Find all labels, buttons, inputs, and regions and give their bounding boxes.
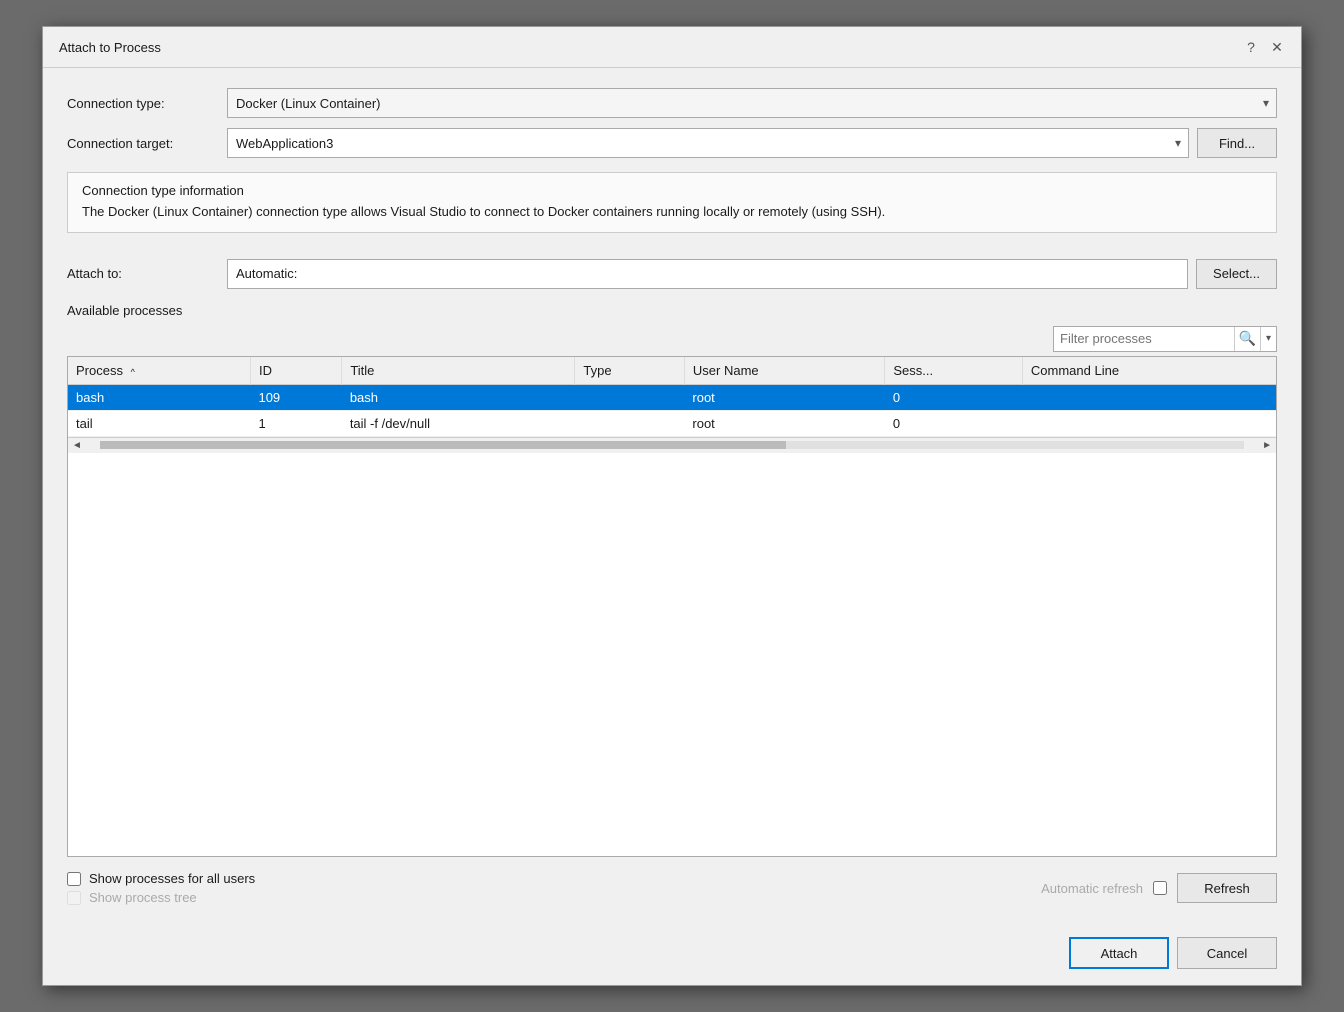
show-process-tree-row: Show process tree — [67, 890, 255, 905]
table-row[interactable]: tail1tail -f /dev/null root0 — [68, 410, 1276, 436]
type-cell — [575, 384, 684, 410]
bottom-controls: Show processes for all users Show proces… — [67, 871, 1277, 905]
col-id[interactable]: ID — [250, 357, 341, 385]
id-cell: 1 — [250, 410, 341, 436]
connection-info-box: Connection type information The Docker (… — [67, 172, 1277, 233]
attach-to-input[interactable] — [227, 259, 1188, 289]
attach-to-label: Attach to: — [67, 266, 227, 281]
attach-to-row: Attach to: Select... — [67, 259, 1277, 289]
attach-button[interactable]: Attach — [1069, 937, 1169, 969]
sess-cell: 0 — [885, 384, 1023, 410]
attach-to-process-dialog: Attach to Process ? ✕ Connection type: D… — [42, 26, 1302, 986]
auto-refresh-checkbox[interactable] — [1153, 881, 1167, 895]
process-table-inner: Process ^ ID Title Type User Name Sess..… — [67, 356, 1277, 858]
connection-target-wrapper — [227, 128, 1189, 158]
col-sess[interactable]: Sess... — [885, 357, 1023, 385]
bottom-right-controls: Automatic refresh Refresh — [1041, 873, 1277, 903]
info-text: The Docker (Linux Container) connection … — [82, 202, 1262, 222]
dialog-content: Connection type: Docker (Linux Container… — [43, 68, 1301, 925]
show-all-users-label[interactable]: Show processes for all users — [89, 871, 255, 886]
title-cell: tail -f /dev/null — [342, 410, 575, 436]
connection-type-label: Connection type: — [67, 96, 227, 111]
connection-type-select[interactable]: Docker (Linux Container) — [227, 88, 1277, 118]
find-button[interactable]: Find... — [1197, 128, 1277, 158]
info-title: Connection type information — [82, 183, 1262, 198]
id-cell: 109 — [250, 384, 341, 410]
horizontal-scrollbar[interactable]: ◄ ► — [68, 437, 1276, 453]
col-title[interactable]: Title — [342, 357, 575, 385]
connection-type-row: Connection type: Docker (Linux Container… — [67, 88, 1277, 118]
connection-target-label: Connection target: — [67, 136, 227, 151]
cmdline-cell — [1022, 410, 1276, 436]
type-cell — [575, 410, 684, 436]
col-process[interactable]: Process ^ — [68, 357, 250, 385]
scroll-left-arrow[interactable]: ◄ — [72, 440, 82, 451]
cancel-button[interactable]: Cancel — [1177, 937, 1277, 969]
title-bar: Attach to Process ? ✕ — [43, 27, 1301, 68]
process-cell: tail — [68, 410, 250, 436]
filter-wrapper: 🔍 ▾ — [1053, 326, 1277, 352]
process-cell: bash — [68, 384, 250, 410]
connection-target-input[interactable] — [227, 128, 1189, 158]
table-row[interactable]: bash109bash root0 — [68, 384, 1276, 410]
show-all-users-checkbox[interactable] — [67, 872, 81, 886]
scroll-right-arrow[interactable]: ► — [1262, 440, 1272, 451]
help-button[interactable]: ? — [1239, 35, 1263, 59]
table-header: Process ^ ID Title Type User Name Sess..… — [68, 357, 1276, 385]
process-table-container: Process ^ ID Title Type User Name Sess..… — [67, 356, 1277, 858]
search-icon-button[interactable]: 🔍 — [1234, 327, 1260, 351]
filter-row: 🔍 ▾ — [67, 326, 1277, 352]
filter-input[interactable] — [1054, 329, 1234, 348]
show-process-tree-checkbox[interactable] — [67, 891, 81, 905]
show-all-users-row: Show processes for all users — [67, 871, 255, 886]
dialog-footer: Attach Cancel — [43, 925, 1301, 985]
cmdline-cell — [1022, 384, 1276, 410]
col-cmdline[interactable]: Command Line — [1022, 357, 1276, 385]
available-processes-label: Available processes — [67, 303, 1277, 318]
select-button[interactable]: Select... — [1196, 259, 1277, 289]
show-process-tree-label: Show process tree — [89, 890, 197, 905]
col-username[interactable]: User Name — [684, 357, 885, 385]
table-body: bash109bash root0 tail1tail -f /dev/null ro… — [68, 384, 1276, 436]
table-header-row: Process ^ ID Title Type User Name Sess..… — [68, 357, 1276, 385]
scrollbar-thumb[interactable] — [100, 441, 786, 449]
username-cell: root — [684, 384, 885, 410]
username-cell: root — [684, 410, 885, 436]
close-button[interactable]: ✕ — [1265, 35, 1289, 59]
sess-cell: 0 — [885, 410, 1023, 436]
auto-refresh-label: Automatic refresh — [1041, 881, 1143, 896]
col-type[interactable]: Type — [575, 357, 684, 385]
connection-target-row: Connection target: Find... — [67, 128, 1277, 158]
scrollbar-track[interactable] — [100, 441, 1244, 449]
filter-dropdown-button[interactable]: ▾ — [1260, 327, 1276, 351]
bottom-left-controls: Show processes for all users Show proces… — [67, 871, 255, 905]
process-table: Process ^ ID Title Type User Name Sess..… — [68, 357, 1276, 437]
sort-asc-icon: ^ — [131, 367, 135, 377]
connection-type-wrapper: Docker (Linux Container) — [227, 88, 1277, 118]
title-cell: bash — [342, 384, 575, 410]
dialog-title: Attach to Process — [59, 40, 161, 55]
title-bar-controls: ? ✕ — [1239, 35, 1289, 59]
refresh-button[interactable]: Refresh — [1177, 873, 1277, 903]
